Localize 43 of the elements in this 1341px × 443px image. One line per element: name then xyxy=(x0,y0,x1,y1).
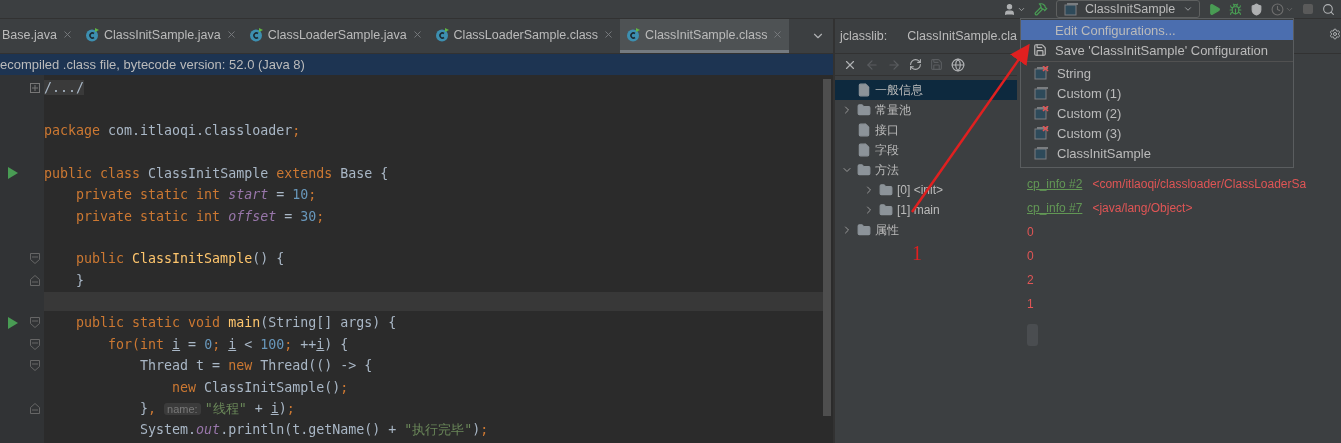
code-line: package com.itlaoqi.classloader; xyxy=(44,122,301,138)
menu-item[interactable]: Custom (3) xyxy=(1021,123,1293,143)
tree-item[interactable]: [1] main xyxy=(835,200,1017,220)
tree-item[interactable]: 属性 xyxy=(835,220,1017,240)
menu-item[interactable]: ClassInitSample xyxy=(1021,143,1293,163)
file-tab[interactable]: Base.java xyxy=(0,19,79,53)
class-file-name: ClassInitSample.cla xyxy=(907,29,1017,43)
value-text: 0 xyxy=(1027,225,1034,239)
class-name: <com/itlaoqi/classloader/ClassLoaderSa xyxy=(1092,177,1307,191)
panel-title: jclasslib: xyxy=(840,29,888,43)
code-line: }, name: "线程" + i); xyxy=(139,399,295,418)
code-line: private static int start = 10; xyxy=(75,187,317,203)
tree-item[interactable]: 常量池 xyxy=(835,100,1017,120)
class-name: <java/lang/Object> xyxy=(1092,201,1193,215)
tree-item[interactable]: 字段 xyxy=(835,140,1017,160)
menu-item[interactable]: Custom (2) xyxy=(1021,103,1293,123)
decompiled-notice: ecompiled .class file, bytecode version: 52.0 (Java 8) xyxy=(0,57,305,72)
code-line: Thread t = new Thread(() -> { xyxy=(139,358,373,374)
file-tab[interactable]: ClassLoaderSample.class xyxy=(428,19,621,53)
code-line: for(int i = 0; i < 100; ++i) { xyxy=(107,336,349,352)
code-line: public static void main(String[] args) { xyxy=(75,315,397,331)
tree-item[interactable]: 一般信息 xyxy=(835,80,1017,100)
code-line: System.out.println(t.getName() + "执行完毕"); xyxy=(139,420,489,439)
value-text: 0 xyxy=(1027,249,1034,263)
tree-item[interactable]: 接口 xyxy=(835,120,1017,140)
code-line: new ClassInitSample(); xyxy=(171,379,349,395)
menu-item[interactable]: Custom (1) xyxy=(1021,83,1293,103)
file-tab[interactable]: ClassInitSample.java xyxy=(78,19,243,53)
code-line: public class ClassInitSample extends Base { xyxy=(44,165,389,181)
code-line: private static int offset = 30; xyxy=(75,208,325,224)
run-config-dropdown[interactable]: ClassInitSample xyxy=(1056,0,1200,18)
code-line: public ClassInitSample() { xyxy=(75,251,285,267)
cp-info-link[interactable]: cp_info #7 xyxy=(1027,201,1083,215)
cp-info-link[interactable]: cp_info #2 xyxy=(1027,177,1083,191)
file-tab[interactable]: ClassLoaderSample.java xyxy=(242,19,429,53)
code-line: } xyxy=(75,272,85,288)
file-tab[interactable]: ClassInitSample.class xyxy=(620,19,790,53)
value-text: 1 xyxy=(1027,297,1034,311)
menu-item[interactable]: Save 'ClassInitSample' Configuration xyxy=(1021,40,1293,60)
menu-item[interactable]: String xyxy=(1021,63,1293,83)
value-text: 2 xyxy=(1027,273,1034,287)
annotation-label: 1 xyxy=(912,242,922,265)
tree-item[interactable]: 方法 xyxy=(835,160,1017,180)
